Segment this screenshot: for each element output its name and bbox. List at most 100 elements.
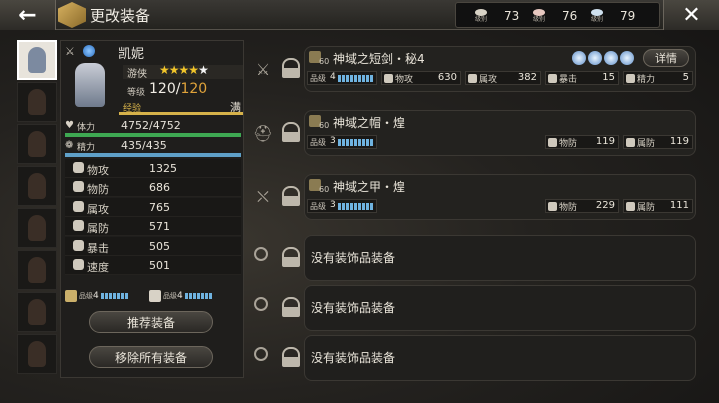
close-icon: ✕: [682, 2, 701, 28]
character-portrait-icon: [28, 215, 46, 241]
character-portrait-icon: [28, 131, 46, 157]
detail-button[interactable]: 详情: [643, 49, 689, 67]
gem-icon: [604, 51, 618, 65]
item-stat: 物防 229: [545, 199, 619, 213]
stat-value: 1325: [149, 162, 177, 175]
spirit-icon: ❁: [65, 140, 74, 151]
character-portrait-icon: [28, 89, 46, 115]
lock-icon[interactable]: [282, 186, 300, 206]
equipment-panel[interactable]: 60 神域之短剑・秘4 详情 品级 4 物攻 630 属攻 382 暴击 15 …: [304, 46, 696, 92]
equipment-panel-empty[interactable]: 没有装饰品装备: [304, 235, 696, 281]
element-icon: [83, 45, 95, 57]
stat-value: 505: [149, 239, 170, 253]
gem-icon: [588, 51, 602, 65]
remove-all-equipment-button[interactable]: 移除所有装备: [89, 346, 213, 368]
equipment-panel-empty[interactable]: 没有装饰品装备: [304, 335, 696, 381]
ring-icon: [254, 247, 268, 261]
stat-label: 暴击: [87, 241, 109, 255]
recommend-equipment-button[interactable]: 推荐装备: [89, 311, 213, 333]
equipment-panel[interactable]: 60 神域之帽・煌 品级 3 物防 119 属防 119: [304, 110, 696, 156]
rank-brain-icon: 级别: [530, 9, 548, 23]
physical-attack-icon: [73, 162, 84, 173]
rank-skull-icon: 级别: [472, 9, 490, 23]
armor-grade: 品级 4: [149, 289, 213, 303]
character-slot[interactable]: [17, 250, 57, 290]
elemental-defense-icon: [73, 220, 84, 232]
character-slot[interactable]: [17, 124, 57, 164]
item-name: 神域之甲・煌: [333, 180, 406, 194]
resource-rank-1: 级别 73: [472, 5, 519, 27]
stat-value: 765: [149, 200, 170, 214]
resource-rank-2: 级别 76: [530, 5, 577, 27]
item-grade: 品级 3: [307, 199, 377, 213]
elemental-defense-icon: [626, 138, 635, 147]
stat-value: 686: [149, 181, 170, 195]
spirit-icon: [626, 74, 635, 83]
gem-sockets: [572, 51, 634, 65]
hp-row: ♥ 体力 4752/4752: [65, 119, 241, 133]
equipment-panel-empty[interactable]: 没有装饰品装备: [304, 285, 696, 331]
character-slot[interactable]: [17, 82, 57, 122]
character-portrait-icon: [28, 257, 46, 283]
stat-label: 属攻: [87, 202, 109, 216]
item-grade: 品级 4: [307, 71, 377, 85]
stat-row-critical: 暴击 505: [65, 236, 241, 256]
name-row: ⚔ 凯妮: [61, 41, 245, 62]
character-slot[interactable]: [17, 208, 57, 248]
item-name: 神域之短剑・秘4: [333, 52, 425, 66]
character-portrait-icon: [28, 341, 46, 367]
item-stat: 属防 119: [623, 135, 693, 149]
stat-label: 物防: [87, 183, 109, 197]
resource-value: 73: [504, 9, 520, 23]
resource-value: 76: [562, 9, 578, 23]
character-slot[interactable]: [17, 166, 57, 206]
level-label: 等级: [127, 88, 146, 98]
character-slot[interactable]: [17, 292, 57, 332]
gem-icon: [620, 51, 634, 65]
character-list: [17, 40, 57, 378]
mp-value: 435/435: [121, 139, 167, 152]
item-stats: 品级 4 物攻 630 属攻 382 暴击 15 精力 5: [307, 71, 693, 89]
equipment-panel[interactable]: 60 神域之甲・煌 品级 3 物防 229 属防 111: [304, 174, 696, 220]
item-stats: 品级 3 物防 119 属防 119: [307, 135, 693, 153]
stat-row-elemental-defense: 属防 571: [65, 217, 241, 237]
character-slot[interactable]: [17, 40, 57, 80]
item-level: 60: [319, 121, 330, 130]
back-button[interactable]: ←: [0, 0, 56, 30]
character-sprite: [75, 63, 105, 107]
lock-icon[interactable]: [282, 247, 300, 267]
stat-row-physical-attack: 物攻 1325: [65, 159, 241, 178]
ring-icon: [254, 347, 268, 361]
weapon-grade: 品级 4: [65, 289, 129, 303]
item-stats: 品级 3 物防 229 属防 111: [307, 199, 693, 217]
hp-bar: [65, 133, 241, 137]
weapon-grade-icon: [65, 290, 77, 302]
stat-row-physical-defense: 物防 686: [65, 178, 241, 198]
empty-slot-text: 没有装饰品装备: [311, 351, 396, 365]
item-stat: 精力 5: [623, 71, 693, 85]
ring-icon: [254, 297, 268, 311]
empty-slot-text: 没有装饰品装备: [311, 251, 396, 265]
level-row: 等级 120/120: [123, 81, 243, 99]
close-button[interactable]: ✕: [663, 0, 719, 30]
lock-icon[interactable]: [282, 347, 300, 367]
item-name: 神域之帽・煌: [333, 116, 406, 130]
speed-icon: [73, 258, 84, 270]
top-bar: ← 更改装备 级别 73 级别 76 级别 79 ✕: [0, 0, 719, 30]
lock-icon[interactable]: [282, 297, 300, 317]
physical-defense-icon: [548, 138, 557, 147]
elemental-defense-icon: [626, 202, 635, 211]
character-name: 凯妮: [118, 47, 145, 62]
stat-list: 物攻 1325 物防 686 属攻 765 属防 571 暴击 505 速度 5…: [65, 159, 241, 275]
lock-icon[interactable]: [282, 58, 300, 78]
stat-row-speed: 速度 501: [65, 255, 241, 275]
lock-icon[interactable]: [282, 122, 300, 142]
star-rating: ★★★★★: [159, 63, 209, 77]
resource-panel: 级别 73 级别 76 级别 79: [455, 2, 660, 28]
item-grade: 品级 3: [307, 135, 377, 149]
item-stat: 属攻 382: [465, 71, 541, 85]
title-badge-icon: [58, 2, 86, 28]
character-slot[interactable]: [17, 334, 57, 374]
resource-rank-3: 级别 79: [588, 5, 635, 27]
critical-icon: [548, 74, 557, 83]
